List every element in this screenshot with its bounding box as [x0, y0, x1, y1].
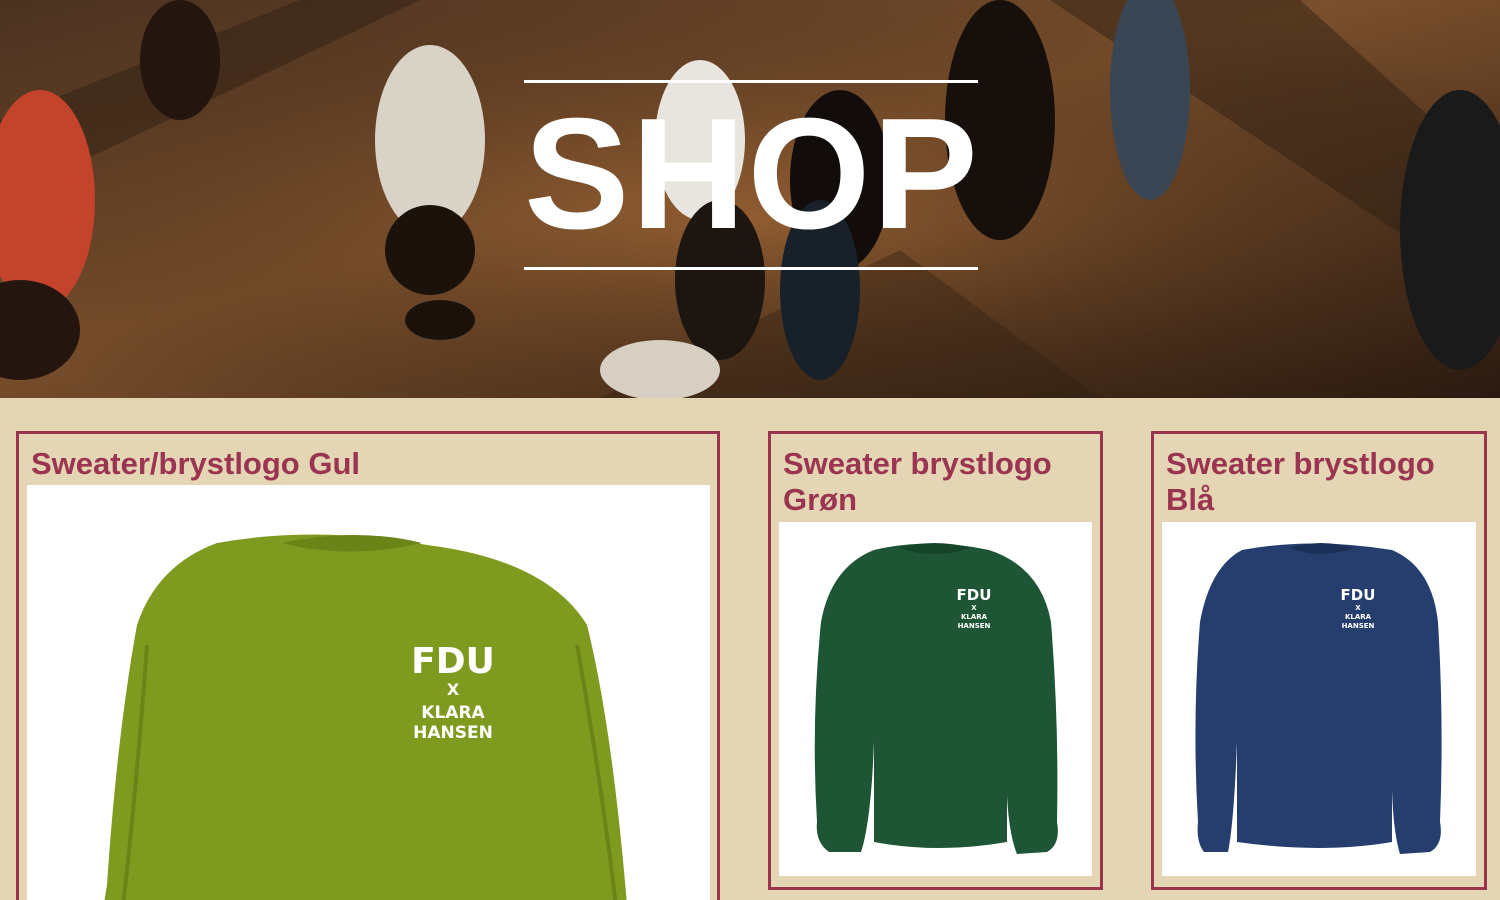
product-image[interactable]: FDU X KLARA HANSEN: [779, 522, 1092, 876]
product-card[interactable]: Sweater brystlogo Blå FDU X KLARA HANSEN: [1151, 431, 1487, 890]
hero-rule-top: [524, 80, 978, 83]
chest-logo-line: X: [1355, 604, 1361, 612]
chest-logo-line: X: [447, 680, 460, 699]
sweater-illustration: FDU X KLARA HANSEN: [814, 543, 1058, 854]
hero-banner: SHOP: [0, 0, 1500, 398]
sweater-illustration: FDU X KLARA HANSEN: [104, 534, 627, 900]
product-title[interactable]: Sweater/brystlogo Gul: [19, 434, 717, 482]
hero-rule-bottom: [524, 267, 978, 270]
sweater-illustration: FDU X KLARA HANSEN: [1195, 543, 1442, 854]
chest-logo-line: FDU: [1341, 586, 1376, 604]
page-title: SHOP: [524, 86, 980, 262]
sweater-body: [814, 543, 1058, 854]
product-card[interactable]: Sweater brystlogo Grøn FDU X KLARA HANSE…: [768, 431, 1103, 890]
chest-logo-line: X: [971, 604, 977, 612]
chest-logo-line: KLARA: [1345, 613, 1372, 621]
product-title[interactable]: Sweater brystlogo Grøn: [771, 434, 1100, 518]
product-image[interactable]: FDU X KLARA HANSEN: [27, 485, 710, 900]
hero-title-block: SHOP: [524, 80, 978, 271]
sweater-body: [1195, 543, 1442, 854]
product-title[interactable]: Sweater brystlogo Blå: [1154, 434, 1484, 518]
chest-logo-line: HANSEN: [958, 622, 991, 630]
chest-logo-line: HANSEN: [1342, 622, 1375, 630]
chest-logo-line: FDU: [411, 641, 495, 682]
sweater-body: [104, 534, 627, 900]
product-image[interactable]: FDU X KLARA HANSEN: [1162, 522, 1476, 876]
chest-logo-line: KLARA: [961, 613, 988, 621]
chest-logo-line: HANSEN: [413, 723, 493, 743]
product-card[interactable]: Sweater/brystlogo Gul FDU X KLARA HANSEN: [16, 431, 720, 900]
chest-logo-line: FDU: [957, 586, 992, 604]
chest-logo-line: KLARA: [421, 703, 485, 723]
